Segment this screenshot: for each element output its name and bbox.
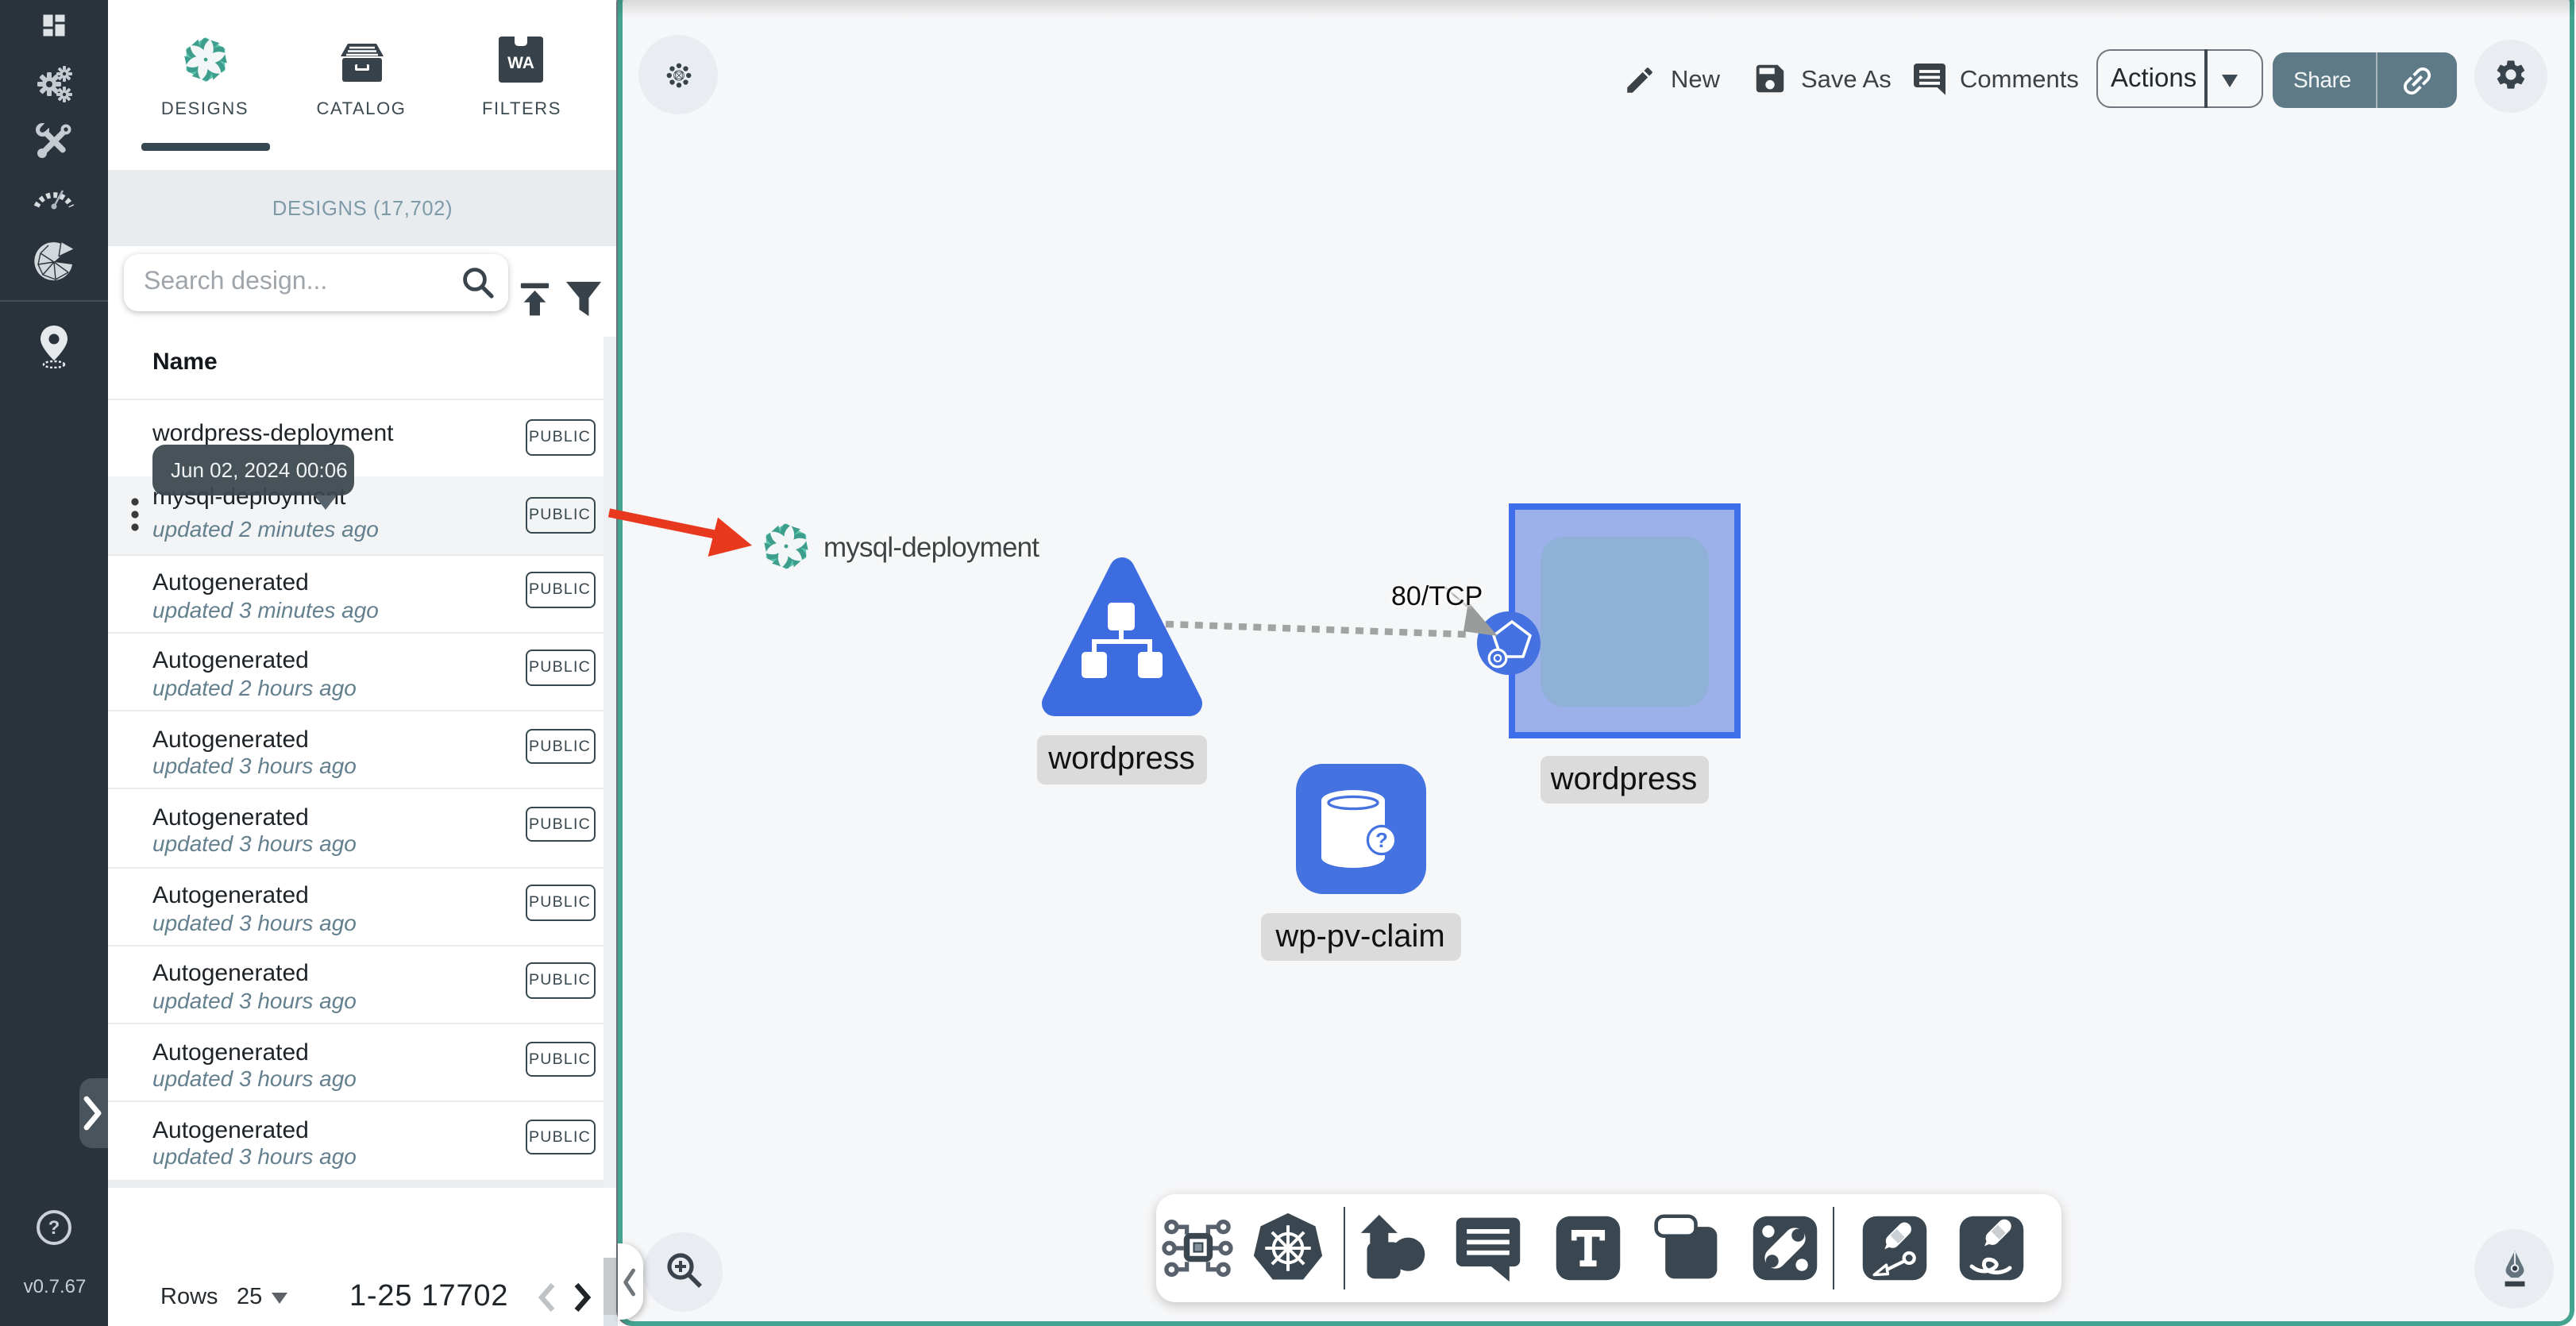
svg-text:?: ? [1375,828,1388,852]
svg-text:WA: WA [507,54,534,72]
svg-text:?: ? [48,1217,60,1239]
